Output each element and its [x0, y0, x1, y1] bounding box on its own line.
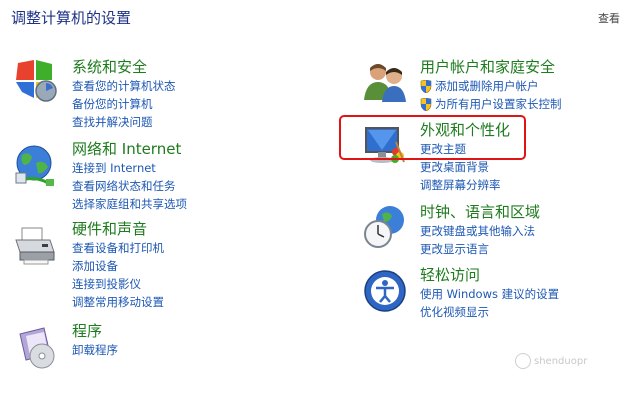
- category-title-system-security[interactable]: 系统和安全: [72, 58, 176, 77]
- category-title-ease-of-access[interactable]: 轻松访问: [420, 266, 559, 285]
- programs-disc-icon[interactable]: [14, 324, 60, 370]
- link-label: 为所有用户设置家长控制: [435, 97, 562, 111]
- link-connect-projector[interactable]: 连接到投影仪: [72, 275, 164, 293]
- users-icon[interactable]: [362, 58, 408, 104]
- view-by-label[interactable]: 查看: [598, 10, 620, 26]
- watermark-text: shenduopr: [534, 356, 588, 367]
- link-troubleshoot[interactable]: 查找并解决问题: [72, 113, 176, 131]
- link-change-keyboard[interactable]: 更改键盘或其他输入法: [420, 222, 540, 240]
- link-change-display-language[interactable]: 更改显示语言: [420, 240, 540, 258]
- category-title-user-accounts[interactable]: 用户帐户和家庭安全: [420, 58, 562, 77]
- watermark-logo-icon: [515, 353, 531, 369]
- shield-icon[interactable]: [12, 58, 58, 104]
- uac-shield-icon: [420, 79, 432, 93]
- link-homegroup-sharing[interactable]: 选择家庭组和共享选项: [72, 195, 187, 213]
- printer-icon[interactable]: [12, 222, 58, 268]
- link-label: 添加或删除用户帐户: [435, 79, 539, 93]
- category-title-network-internet[interactable]: 网络和 Internet: [72, 140, 187, 159]
- watermark: shenduopr: [515, 353, 587, 369]
- link-mobility-settings[interactable]: 调整常用移动设置: [72, 293, 164, 311]
- link-devices-printers[interactable]: 查看设备和打印机: [72, 239, 164, 257]
- highlight-annotation: [339, 115, 526, 160]
- category-title-hardware-sound[interactable]: 硬件和声音: [72, 220, 164, 239]
- link-change-desktop-background[interactable]: 更改桌面背景: [420, 158, 510, 176]
- category-title-clock-language[interactable]: 时钟、语言和区域: [420, 203, 540, 222]
- link-view-computer-status[interactable]: 查看您的计算机状态: [72, 77, 176, 95]
- link-network-status[interactable]: 查看网络状态和任务: [72, 177, 187, 195]
- link-add-remove-accounts[interactable]: 添加或删除用户帐户: [420, 77, 562, 95]
- link-optimize-video-display[interactable]: 优化视频显示: [420, 303, 559, 321]
- link-parental-controls[interactable]: 为所有用户设置家长控制: [420, 95, 562, 113]
- clock-globe-icon[interactable]: [362, 204, 408, 250]
- uac-shield-icon: [420, 97, 432, 111]
- link-windows-recommended-settings[interactable]: 使用 Windows 建议的设置: [420, 285, 559, 303]
- category-title-programs[interactable]: 程序: [72, 322, 118, 341]
- link-adjust-resolution[interactable]: 调整屏幕分辨率: [420, 176, 510, 194]
- link-connect-internet[interactable]: 连接到 Internet: [72, 159, 187, 177]
- link-add-device[interactable]: 添加设备: [72, 257, 164, 275]
- page-title: 调整计算机的设置: [11, 9, 132, 27]
- accessibility-icon[interactable]: [362, 268, 408, 314]
- link-backup-computer[interactable]: 备份您的计算机: [72, 95, 176, 113]
- network-globe-icon[interactable]: [12, 143, 58, 189]
- link-uninstall-program[interactable]: 卸载程序: [72, 341, 118, 359]
